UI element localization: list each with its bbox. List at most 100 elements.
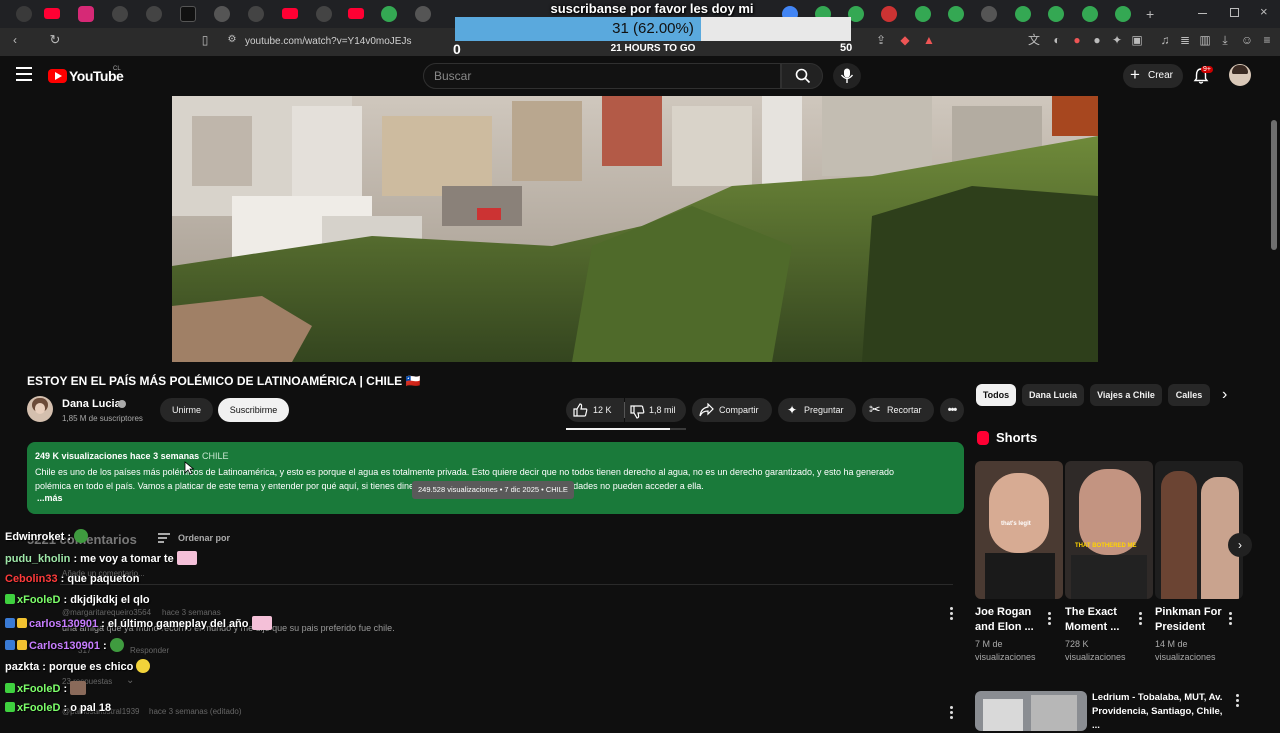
short-views: 7 M de visualizaciones (975, 638, 1055, 664)
translate-icon[interactable]: 文 (1027, 33, 1041, 47)
reading-list-icon[interactable]: ≣ (1178, 33, 1192, 47)
extension-icon[interactable]: ✦ (1110, 33, 1124, 47)
new-tab-icon[interactable]: + (1146, 6, 1154, 22)
short-title[interactable]: The Exact Moment ... (1065, 605, 1135, 635)
extension-icon[interactable]: ● (1070, 33, 1084, 47)
share-page-icon[interactable]: ⇪ (874, 33, 888, 47)
short-views-line: visualizaciones (975, 652, 1036, 662)
tab-favicon[interactable] (112, 6, 128, 22)
short-thumbnail[interactable]: that's legit (975, 461, 1063, 599)
filter-chip-topic[interactable]: Viajes a Chile (1090, 384, 1162, 406)
back-icon[interactable]: ‹ (8, 33, 22, 47)
chips-next-chevron-icon[interactable]: › (1222, 386, 1227, 404)
short-thumbnail[interactable]: THAT BOTHERED ME (1065, 461, 1153, 599)
address-bar[interactable]: youtube.com/watch?v=Y14v0moJEJs (245, 36, 411, 47)
video-player[interactable] (172, 96, 1098, 362)
tab-favicon-chrome[interactable] (381, 6, 397, 22)
page-scrollbar[interactable] (1271, 120, 1277, 250)
verified-badge-icon (5, 702, 15, 712)
comment-reply-button[interactable]: Responder (130, 646, 169, 655)
extension-brave-icon[interactable]: ◆ (898, 33, 912, 47)
description-hashtag[interactable]: CHILE (202, 451, 229, 461)
short-caption: that's legit (1001, 521, 1031, 527)
tab-favicon-chrome[interactable] (948, 6, 964, 22)
comment-menu-icon[interactable] (950, 706, 953, 721)
tab-favicon-chrome[interactable] (1048, 6, 1064, 22)
tab-favicon[interactable] (214, 6, 230, 22)
account-avatar[interactable] (1229, 64, 1251, 86)
chip-label: Viajes a Chile (1097, 390, 1155, 400)
extension-icon[interactable]: ◐ (1050, 33, 1064, 47)
short-title[interactable]: Pinkman For President (1155, 605, 1231, 635)
recommended-menu-icon[interactable] (1236, 694, 1239, 709)
subscribe-button[interactable]: Suscribirme (218, 398, 289, 422)
tab-favicon[interactable] (981, 6, 997, 22)
filter-chip-all[interactable]: Todos (976, 384, 1016, 406)
minimize-icon[interactable] (1198, 13, 1207, 14)
short-views: 728 K visualizaciones (1065, 638, 1145, 664)
tab-favicon-youtube[interactable] (282, 8, 298, 19)
tab-favicon[interactable] (316, 6, 332, 22)
shorts-next-button[interactable]: › (1228, 533, 1252, 557)
reload-icon[interactable]: ↻ (48, 33, 62, 47)
recommended-video-thumbnail[interactable] (975, 691, 1087, 731)
tab-favicon-chrome[interactable] (1115, 6, 1131, 22)
short-menu-icon[interactable] (1048, 612, 1051, 627)
tab-favicon-youtube[interactable] (16, 6, 32, 22)
youtube-logo-icon[interactable] (48, 69, 67, 83)
filter-chip-topic[interactable]: Calles (1168, 384, 1210, 406)
channel-avatar[interactable] (27, 396, 53, 422)
music-icon[interactable]: ♫ (1158, 33, 1172, 47)
chat-message: xFooleD : o pal 18 (5, 702, 111, 714)
tab-favicon-chrome[interactable] (915, 6, 931, 22)
tab-favicon-youtube[interactable] (348, 8, 364, 19)
comment-menu-icon[interactable] (950, 607, 953, 622)
short-thumbnail[interactable] (1155, 461, 1243, 599)
search-input[interactable] (423, 63, 781, 89)
tab-favicon[interactable] (248, 6, 264, 22)
short-title[interactable]: Joe Rogan and Elon ... (975, 605, 1045, 635)
close-window-icon[interactable]: × (1260, 4, 1268, 19)
chat-message: pudu_kholin : me voy a tomar te (5, 551, 197, 565)
tab-favicon[interactable] (415, 6, 431, 22)
chip-label: Calles (1175, 390, 1203, 400)
tab-favicon-chrome[interactable] (1082, 6, 1098, 22)
profile-icon[interactable]: ☺ (1240, 33, 1254, 47)
shorts-section-title: Shorts (996, 430, 1038, 445)
tab-favicon-tiktok[interactable] (180, 6, 196, 22)
tab-favicon-youtube[interactable] (44, 8, 60, 19)
chevron-down-icon[interactable]: ⌄ (126, 675, 134, 686)
tab-favicon-instagram[interactable] (78, 6, 94, 22)
tab-favicon[interactable] (146, 6, 162, 22)
scissors-icon: ✂ (869, 401, 881, 417)
short-menu-icon[interactable] (1139, 612, 1142, 627)
join-button[interactable]: Unirme (160, 398, 213, 422)
extension-icon[interactable]: ▲ (922, 33, 936, 47)
extension-icon[interactable]: ● (1090, 33, 1104, 47)
more-actions-button[interactable]: ••• (940, 398, 964, 422)
channel-name[interactable]: Dana Lucia (62, 398, 121, 410)
chat-emote (109, 638, 124, 652)
site-info-icon[interactable]: ⚙ (225, 33, 239, 47)
short-menu-icon[interactable] (1229, 612, 1232, 627)
downloads-icon[interactable]: ⤓ (1218, 33, 1232, 47)
ask-label: Preguntar (804, 405, 844, 415)
voice-search-button[interactable] (833, 63, 861, 89)
recommended-video-title[interactable]: Ledrium - Tobalaba, MUT, Av. Providencia… (1092, 691, 1232, 733)
hamburger-menu-icon[interactable] (16, 67, 32, 81)
tab-favicon-chrome[interactable] (1015, 6, 1031, 22)
browser-menu-icon[interactable]: ≡ (1260, 33, 1274, 47)
sort-comments-button[interactable]: Ordenar por (178, 533, 230, 543)
bookmark-icon[interactable]: ▯ (198, 33, 212, 47)
search-button[interactable] (781, 63, 823, 89)
maximize-icon[interactable] (1230, 8, 1239, 17)
extension-icon[interactable]: ▣ (1130, 33, 1144, 47)
sidebar-icon[interactable]: ▥ (1198, 33, 1212, 47)
filter-chip-channel[interactable]: Dana Lucia (1022, 384, 1084, 406)
description-more-link[interactable]: ...más (37, 493, 63, 503)
sort-icon[interactable] (158, 533, 170, 543)
subscriber-goal-countdown: 21 HOURS TO GO (610, 43, 696, 54)
short-title-line: Pinkman For (1155, 606, 1222, 618)
tab-favicon[interactable] (881, 6, 897, 22)
subscriber-count: 1,85 M de suscriptores (62, 414, 143, 423)
